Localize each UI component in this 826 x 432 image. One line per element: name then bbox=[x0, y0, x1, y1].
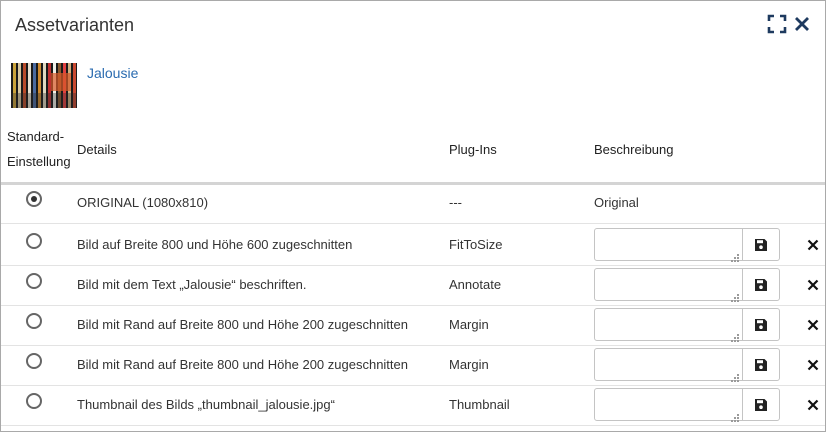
variant-details: Thumbnail des Bilds „thumbnail_jalousie.… bbox=[77, 397, 335, 412]
delete-icon bbox=[807, 239, 819, 251]
column-header-default-line1: Standard- bbox=[7, 129, 65, 144]
table-row: Bild mit dem Text „Jalousie“ beschriften… bbox=[1, 265, 825, 306]
expand-icon bbox=[767, 14, 787, 34]
table-row: Bild auf Breite 800 und Höhe 600 zugesch… bbox=[1, 225, 825, 266]
description-input[interactable] bbox=[594, 348, 743, 382]
save-button[interactable] bbox=[742, 388, 780, 421]
delete-variant-button[interactable] bbox=[807, 279, 819, 291]
save-button[interactable] bbox=[742, 228, 780, 261]
variant-details: Bild mit dem Text „Jalousie“ beschriften… bbox=[77, 277, 307, 292]
column-header-default-line2: Einstellung bbox=[7, 154, 71, 169]
description-input[interactable] bbox=[594, 388, 743, 422]
variant-plugin: Margin bbox=[449, 317, 489, 332]
asset-name-link[interactable]: Jalousie bbox=[87, 65, 138, 81]
variant-plugin: FitToSize bbox=[449, 237, 503, 252]
default-variant-radio[interactable] bbox=[26, 191, 42, 207]
variant-plugin: --- bbox=[449, 195, 462, 210]
resize-grip-icon[interactable] bbox=[731, 369, 739, 382]
description-input[interactable] bbox=[594, 308, 743, 342]
variant-details: Bild auf Breite 800 und Höhe 600 zugesch… bbox=[77, 237, 353, 252]
variant-description: Original bbox=[594, 195, 639, 210]
variant-details: Bild mit Rand auf Breite 800 und Höhe 20… bbox=[77, 357, 408, 372]
variant-details: Bild mit Rand auf Breite 800 und Höhe 20… bbox=[77, 317, 408, 332]
column-header-plugins: Plug-Ins bbox=[449, 142, 497, 157]
variant-details: ORIGINAL (1080x810) bbox=[77, 195, 209, 210]
resize-grip-icon[interactable] bbox=[731, 409, 739, 422]
delete-icon bbox=[807, 399, 819, 411]
resize-grip-icon[interactable] bbox=[731, 289, 739, 302]
delete-icon bbox=[807, 279, 819, 291]
variant-plugin: Margin bbox=[449, 357, 489, 372]
save-button[interactable] bbox=[742, 308, 780, 341]
save-button[interactable] bbox=[742, 268, 780, 301]
default-variant-radio[interactable] bbox=[26, 393, 42, 409]
table-row: Thumbnail des Bilds „thumbnail_jalousie.… bbox=[1, 385, 825, 426]
description-input[interactable] bbox=[594, 228, 743, 262]
save-button[interactable] bbox=[742, 348, 780, 381]
variant-plugin: Thumbnail bbox=[449, 397, 510, 412]
delete-icon bbox=[807, 359, 819, 371]
column-header-details: Details bbox=[77, 142, 117, 157]
delete-variant-button[interactable] bbox=[807, 239, 819, 251]
table-row: Bild mit Rand auf Breite 800 und Höhe 20… bbox=[1, 305, 825, 346]
default-variant-radio[interactable] bbox=[26, 273, 42, 289]
column-header-description: Beschreibung bbox=[594, 142, 674, 157]
table-row: ORIGINAL (1080x810) --- Original bbox=[1, 183, 825, 224]
maximize-button[interactable] bbox=[767, 14, 787, 34]
delete-variant-button[interactable] bbox=[807, 359, 819, 371]
default-variant-radio[interactable] bbox=[26, 313, 42, 329]
dialog-title: Assetvarianten bbox=[15, 15, 135, 35]
resize-grip-icon[interactable] bbox=[731, 249, 739, 262]
delete-variant-button[interactable] bbox=[807, 399, 819, 411]
resize-grip-icon[interactable] bbox=[731, 329, 739, 342]
default-variant-radio[interactable] bbox=[26, 353, 42, 369]
description-input[interactable] bbox=[594, 268, 743, 302]
asset-variants-dialog: Assetvarianten Jalousie Standard- Einste… bbox=[0, 0, 826, 432]
default-variant-radio[interactable] bbox=[26, 233, 42, 249]
close-icon bbox=[793, 14, 813, 34]
delete-variant-button[interactable] bbox=[807, 319, 819, 331]
variant-plugin: Annotate bbox=[449, 277, 502, 292]
column-header-default: Standard- Einstellung bbox=[7, 124, 71, 174]
close-button[interactable] bbox=[793, 14, 813, 34]
table-row: Bild mit Rand auf Breite 800 und Höhe 20… bbox=[1, 345, 825, 386]
delete-icon bbox=[807, 319, 819, 331]
asset-thumbnail bbox=[11, 63, 77, 108]
